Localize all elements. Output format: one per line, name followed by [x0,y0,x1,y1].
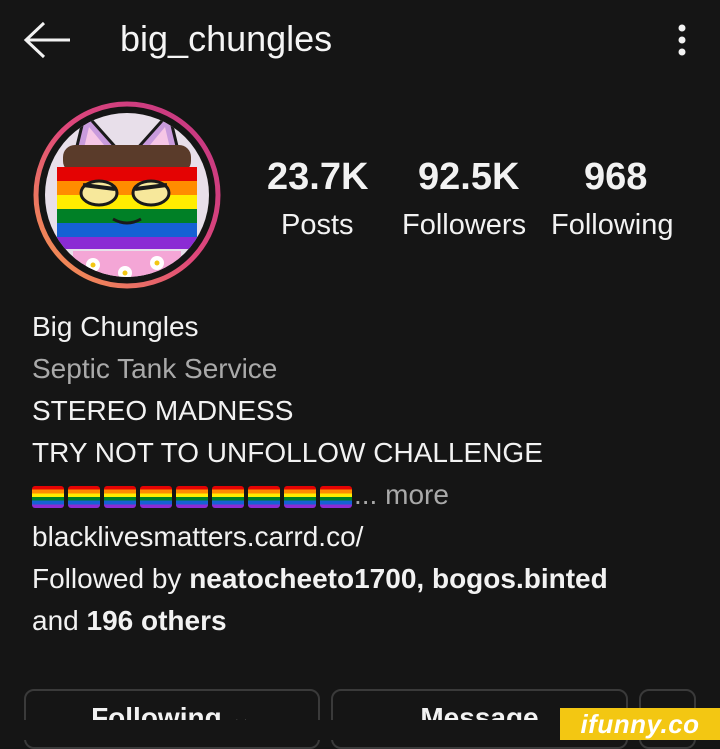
followed-by-prefix: Followed by [32,563,190,594]
followed-by-others: 196 others [86,605,227,636]
followed-by-line-2[interactable]: and 196 others [32,600,702,642]
stat-posts[interactable]: 23.7K Posts [267,156,377,246]
rainbow-flag-icon [284,485,316,508]
more-link[interactable]: more [385,479,449,510]
avatar[interactable] [33,101,221,289]
profile-category[interactable]: Septic Tank Service [32,348,702,390]
stat-value: 92.5K [418,156,520,198]
profile-username: big_chungles [120,18,333,59]
followed-by-and: and [32,605,79,636]
following-button[interactable]: Following ⌄ [24,689,320,749]
stat-value: 23.7K [267,156,369,198]
bio-line: STEREO MADNESS [32,395,294,426]
stat-label: Posts [281,209,354,241]
stat-value: 968 [584,156,648,198]
rainbow-flag-icon [320,485,352,508]
followed-by-line[interactable]: Followed by neatocheeto1700, bogos.binte… [32,558,702,600]
arrow-left-icon[interactable] [22,20,74,60]
stat-label: Following [551,209,674,241]
followed-by-names: neatocheeto1700, bogos.binted [189,563,608,594]
rainbow-flag-icon [32,485,64,508]
rainbow-flag-emoji-row [32,485,352,508]
bio-line: TRY NOT TO UNFOLLOW CHALLENGE [32,437,543,468]
rainbow-flag-icon [104,485,136,508]
bio-link[interactable]: blacklivesmatters.carrd.co/ [32,516,702,558]
more-vertical-icon[interactable] [670,20,694,60]
ifunny-watermark: ifunny.co [560,708,720,740]
rainbow-flag-icon [68,485,100,508]
bio-flags-line: ... more [32,474,702,516]
ellipsis: ... [354,479,378,510]
cat-with-pride-flag-avatar [33,101,221,289]
rainbow-flag-icon [212,485,244,508]
profile-name: Big Chungles [32,311,199,342]
rainbow-flag-icon [248,485,280,508]
top-bar: big_chungles [0,0,720,86]
rainbow-flag-icon [140,485,172,508]
stat-followers[interactable]: 92.5K Followers [402,156,542,246]
rainbow-flag-icon [176,485,208,508]
profile-bio: Big Chungles Septic Tank Service STEREO … [32,306,702,642]
stat-following[interactable]: 968 Following [551,156,691,246]
stat-label: Followers [402,209,527,241]
